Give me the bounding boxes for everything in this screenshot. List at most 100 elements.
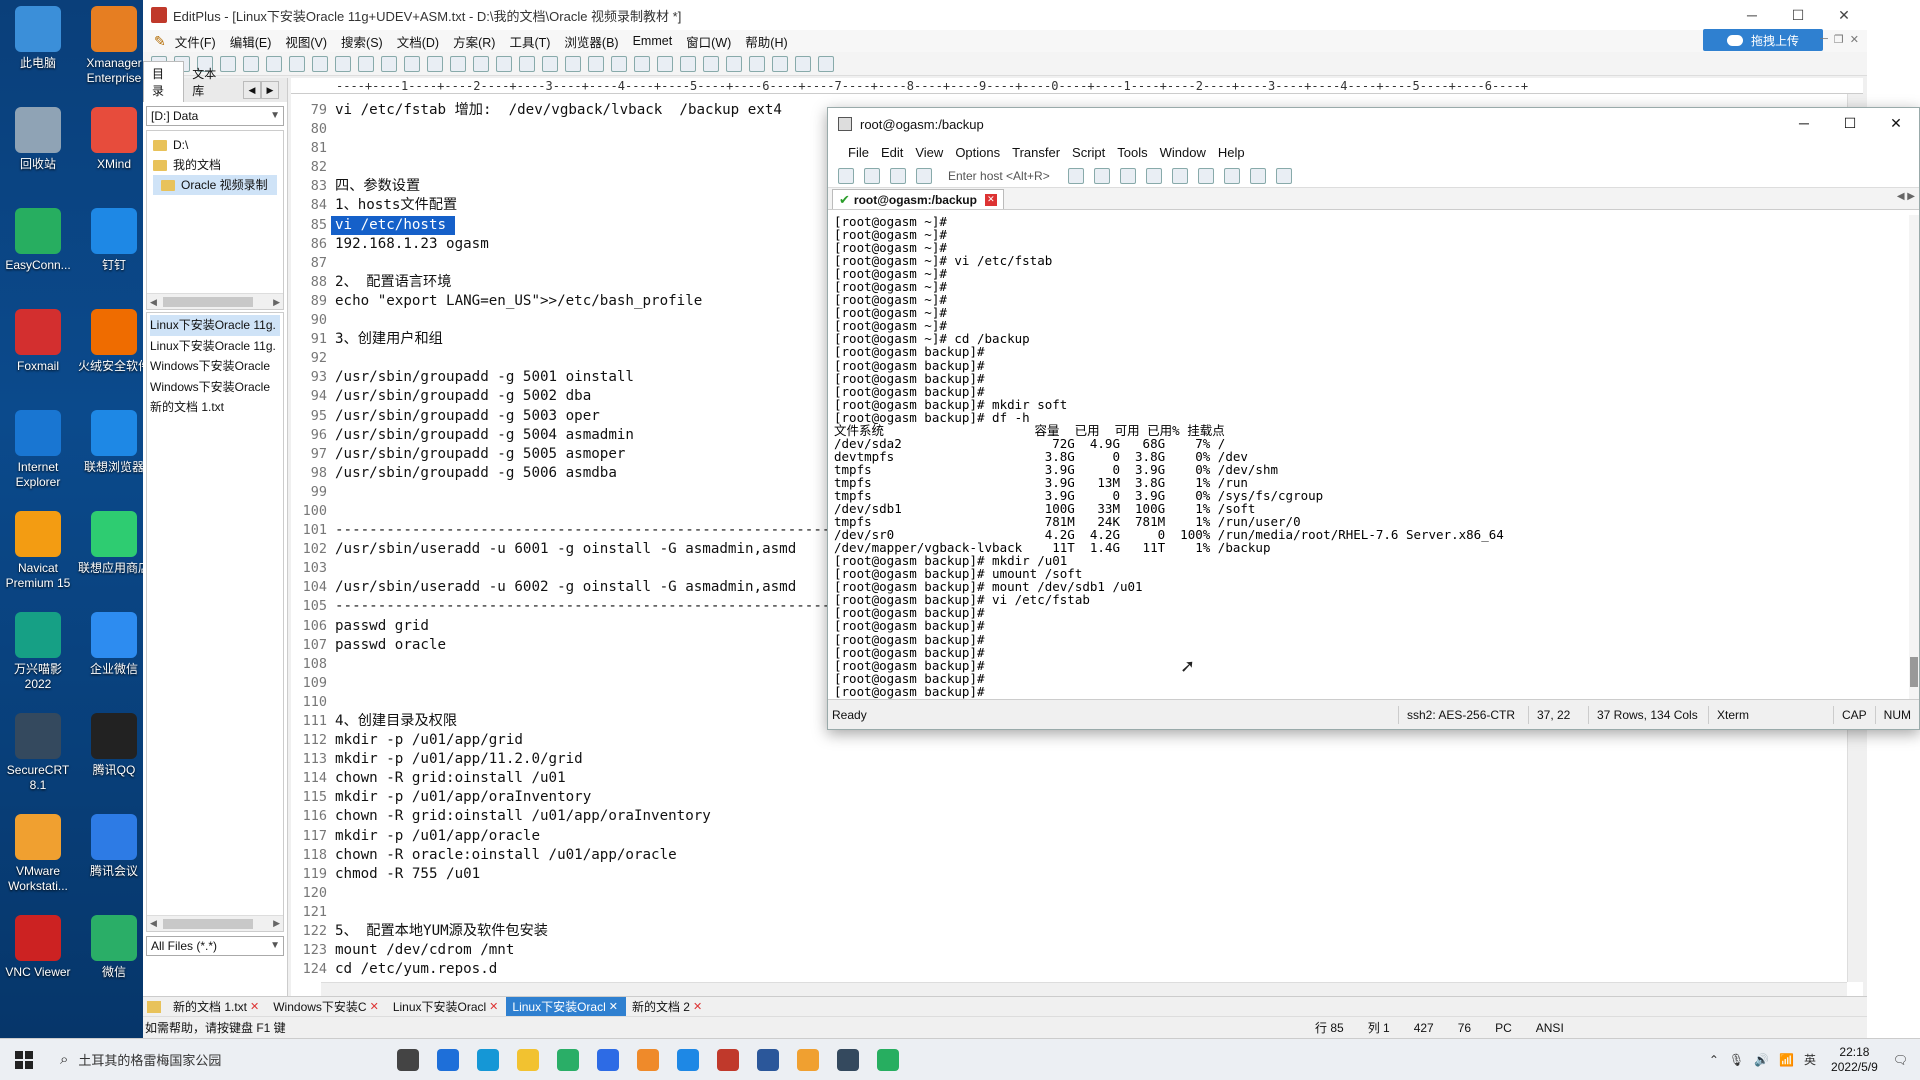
close-icon[interactable]: ✕ (609, 1000, 618, 1013)
toolbar-button-icon[interactable] (542, 55, 558, 72)
list-item[interactable]: Windows下安装Oracle (150, 356, 280, 377)
toolbar-button-icon[interactable] (565, 55, 581, 72)
desktop-icon[interactable]: 联想应用商店 (78, 511, 150, 576)
toolbar-button-icon[interactable] (588, 55, 604, 72)
toolbar-button-icon[interactable] (404, 55, 420, 72)
taskbar-app-file-explorer[interactable] (508, 1039, 548, 1080)
toolbar-button-icon[interactable] (312, 55, 328, 72)
desktop-icon[interactable]: 此电脑 (2, 6, 74, 71)
toolbar-button-icon[interactable] (519, 55, 535, 72)
desktop-icon[interactable]: 腾讯QQ (78, 713, 150, 778)
code-line[interactable]: 116 chown -R grid:oinstall /u01/app/oraIn… (291, 807, 1845, 826)
toolbar-button-icon[interactable] (611, 55, 627, 72)
desktop-icon[interactable]: 企业微信 (78, 612, 150, 677)
chevron-right-icon[interactable]: ▶ (261, 81, 279, 99)
code-line[interactable]: 113 mkdir -p /u01/app/11.2.0/grid (291, 750, 1845, 769)
toolbar-button-icon[interactable] (496, 55, 512, 72)
menu-item[interactable]: 方案(R) (446, 32, 502, 51)
close-icon[interactable]: ✕ (984, 193, 997, 206)
toolbar-button-icon[interactable] (450, 55, 466, 72)
taskbar-app-vmware[interactable] (788, 1039, 828, 1080)
settings-icon[interactable] (1171, 167, 1188, 184)
list-item[interactable]: Linux下安装Oracle 11g. (150, 315, 280, 336)
taskbar-app-mail[interactable] (428, 1039, 468, 1080)
toolbar-button-icon[interactable] (726, 55, 742, 72)
close-icon[interactable]: ✕ (489, 1000, 498, 1013)
terminal-vscroll[interactable] (1909, 215, 1919, 699)
taskbar-app-app-green[interactable] (868, 1039, 908, 1080)
list-item[interactable]: Linux下安装Oracle 11g. (150, 336, 280, 357)
reconnect-icon[interactable] (890, 167, 906, 184)
file-filter-select[interactable]: All Files (*.*) ▼ (146, 936, 284, 956)
toolbar-button-icon[interactable] (289, 55, 305, 72)
document-tab[interactable]: Windows下安装C ✕ (267, 997, 387, 1017)
desktop-icon[interactable]: SecureCRT 8.1 (2, 713, 74, 793)
menu-item[interactable]: Edit (875, 145, 909, 160)
code-line[interactable]: 115 mkdir -p /u01/app/oraInventory (291, 788, 1845, 807)
chevron-left-icon[interactable]: ◀ (243, 81, 261, 99)
desktop-icon[interactable]: 火绒安全软件 (78, 309, 150, 374)
notification-icon[interactable]: 🗨 (1893, 1053, 1908, 1067)
code-line[interactable]: 114 chown -R grid:oinstall /u01 (291, 769, 1845, 788)
toolbar-button-icon[interactable] (657, 55, 673, 72)
tab-cliptext[interactable]: 文本库 (184, 62, 235, 102)
taskbar-app-app-orange[interactable] (628, 1039, 668, 1080)
code-line[interactable]: 122 5、 配置本地YUM源及软件包安装 (291, 922, 1845, 941)
menu-item[interactable]: Window (1154, 145, 1212, 160)
toolbar-button-icon[interactable] (427, 55, 443, 72)
toolbar-button-icon[interactable] (634, 55, 650, 72)
desktop-icon[interactable]: 腾讯会议 (78, 814, 150, 879)
microphone-icon[interactable]: 🎙 (1729, 1053, 1744, 1067)
menu-item[interactable]: 视图(V) (278, 32, 334, 51)
file-list-hscroll[interactable]: ◀ ▶ (147, 915, 283, 931)
close-icon[interactable]: ✕ (693, 1000, 702, 1013)
close-icon[interactable]: ✕ (250, 1000, 259, 1013)
taskbar-app-word[interactable] (748, 1039, 788, 1080)
taskbar-app-task-view[interactable] (388, 1039, 428, 1080)
desktop-icon[interactable]: Navicat Premium 15 (2, 511, 74, 591)
ime-icon[interactable]: 英 (1804, 1051, 1816, 1068)
document-tab[interactable]: Linux下安装Oracl ✕ (506, 996, 626, 1017)
maximize-button[interactable]: ☐ (1827, 108, 1873, 138)
folder-hscroll[interactable]: ◀ ▶ (147, 293, 283, 309)
quick-connect-icon[interactable] (864, 167, 880, 184)
taskbar-app-wechat[interactable] (548, 1039, 588, 1080)
desktop-icon[interactable]: Internet Explorer (2, 410, 74, 490)
menu-item[interactable]: View (909, 145, 949, 160)
menu-item[interactable]: 窗口(W) (679, 32, 738, 51)
code-line[interactable]: 117 mkdir -p /u01/app/oracle (291, 827, 1845, 846)
copy-icon[interactable] (1067, 167, 1084, 184)
list-item[interactable]: 新的文档 1.txt (150, 397, 280, 418)
taskbar-search[interactable]: ⌕ 土耳其的格雷梅国家公园 (48, 1039, 388, 1080)
toolbar-button-icon[interactable] (680, 55, 696, 72)
mdi-minimize-button[interactable]: ─ (1820, 33, 1828, 46)
clock[interactable]: 22:18 2022/5/9 (1831, 1045, 1878, 1075)
desktop-icon[interactable]: 联想浏览器 (78, 410, 150, 475)
menu-item[interactable]: 编辑(E) (223, 32, 279, 51)
toolbar-button-icon[interactable] (749, 55, 765, 72)
document-tab[interactable]: 新的文档 1.txt ✕ (167, 997, 267, 1017)
tab-scroll-arrows[interactable]: ◀ ▶ (1897, 191, 1915, 202)
desktop-icon[interactable]: 钉钉 (78, 208, 150, 273)
keymap-icon[interactable] (1197, 167, 1214, 184)
help-icon[interactable] (1249, 167, 1266, 184)
menu-item[interactable]: 文件(F) (168, 32, 223, 51)
code-line[interactable]: 121 (291, 903, 1845, 922)
code-line[interactable]: 119 chmod -R 755 /u01 (291, 865, 1845, 884)
desktop-icon[interactable]: 微信 (78, 915, 150, 980)
toolbar-button-icon[interactable] (358, 55, 374, 72)
minimize-button[interactable]: ─ (1781, 108, 1827, 138)
close-button[interactable]: ✕ (1821, 0, 1867, 30)
toolbar-button-icon[interactable] (473, 55, 489, 72)
maximize-button[interactable]: ☐ (1775, 0, 1821, 30)
menu-item[interactable]: 浏览器(B) (557, 32, 625, 51)
session-tab[interactable]: ✔ root@ogasm:/backup ✕ (832, 189, 1004, 209)
menu-item[interactable]: Script (1066, 145, 1111, 160)
close-icon[interactable]: ✕ (370, 1000, 379, 1013)
drive-select[interactable]: [D:] Data ▼ (146, 106, 284, 126)
menu-item[interactable]: 工具(T) (502, 32, 557, 51)
volume-icon[interactable]: 🔊 (1754, 1053, 1769, 1067)
desktop-icon[interactable]: VMware Workstati... (2, 814, 74, 894)
paste-icon[interactable] (1093, 167, 1110, 184)
menu-item[interactable]: Options (949, 145, 1006, 160)
